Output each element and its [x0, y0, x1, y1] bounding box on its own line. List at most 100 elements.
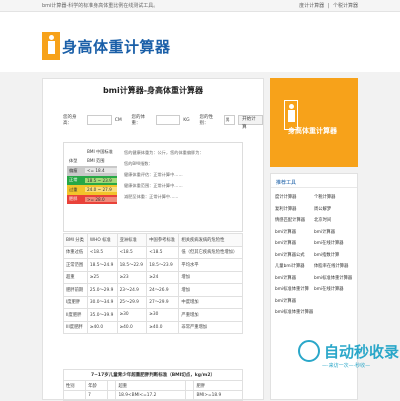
tool-link[interactable]: 个税计算器 [314, 192, 353, 204]
tool-link[interactable]: bmi标准体重计算器 [275, 307, 314, 319]
bmi-range: 24.0 ~ 27.9 [85, 187, 117, 193]
tool-link[interactable]: bmi在线计算器 [314, 238, 353, 250]
table-header: 肥胖 [193, 380, 243, 391]
top-link[interactable]: 个税计算器 [333, 3, 358, 9]
table-cell: 体重过低 [63, 245, 88, 259]
tool-link[interactable] [314, 307, 353, 319]
tool-link[interactable]: bmi计算器 [314, 227, 353, 239]
watermark-text: 自动秒收录 [324, 342, 400, 361]
table-cell: II度肥胖 [63, 308, 88, 322]
side-banner[interactable]: 身高体重计算器 [270, 78, 358, 167]
table-cell: 18.5～22.9 [116, 258, 148, 272]
result-line: 健康体重评估：正常计算中…… [124, 172, 183, 177]
weight-label: 您的体重： [131, 115, 146, 126]
table-cell: 增加 [178, 270, 243, 284]
table-row: II度肥胖 35.0～39.9 ≥30 ≥30 严重增加 [63, 308, 243, 322]
table-cell: 18.9<BMI<=17.2 [115, 390, 187, 401]
table-header: 中国参考标准 [146, 233, 180, 247]
top-link[interactable]: 度计计算器 [299, 3, 324, 9]
bmi-type: 肥胖 [69, 196, 78, 202]
table-cell: 非常严重增加 [178, 320, 243, 334]
table-cell: 18.5～23.9 [146, 258, 180, 272]
table-cell: 肥胖前期 [63, 283, 88, 297]
bmi-row-obese: 肥胖 >= 28.0 [67, 194, 117, 204]
tool-link[interactable]: bmi指数计算 [314, 250, 353, 262]
watermark-logo-icon [298, 340, 320, 362]
height-input[interactable] [87, 115, 112, 125]
tool-link[interactable]: bmi计算器 [275, 238, 314, 250]
table-cell: ≥30 [146, 308, 180, 322]
table-cell: 平均水平 [178, 258, 243, 272]
side-banner-title: 身高体重计算器 [288, 127, 337, 135]
table-cell: 23～24.9 [116, 283, 148, 297]
bmi-type: 正常 [69, 177, 78, 183]
weight-input[interactable] [155, 115, 181, 125]
tool-link[interactable]: bmi计算器公式 [275, 250, 314, 262]
table-cell: 27～29.9 [146, 295, 180, 309]
bmi-result-box: BMI 中国标准 体型 BMI 范围 偏瘦 <= 18.4 正常 18.5 ~ 23.… [63, 142, 243, 232]
table-cell: I度肥胖 [63, 295, 88, 309]
table-header: 超重 [115, 380, 187, 391]
logo-title: 身高体重计算器 [62, 37, 171, 56]
bmi-standard-table: BMI 分类 WHO 标准 亚洲标准 中国参考标准 相关疾病发病的危险性 体重过… [63, 233, 243, 334]
tool-link[interactable]: 体脂率在线计算器 [314, 261, 353, 273]
tool-link[interactable]: bmi计算器 [275, 227, 314, 239]
table-row: I度肥胖 30.0～34.9 25～29.9 27～29.9 中度增加 [63, 295, 243, 309]
weight-unit: KG [183, 117, 190, 123]
table-cell [107, 390, 117, 401]
table-cell: 35.0～39.9 [86, 308, 118, 322]
bmi-row-normal: 正常 18.5 ~ 23.9 [67, 175, 117, 185]
bmi-results: 您的健康体重为：公斤，您的体重偏胖为： 您的BMI指数： 健康体重评估：正常计算… [124, 147, 204, 202]
table-cell: ≥30 [116, 308, 148, 322]
gender-label: 您的性别： [199, 115, 213, 126]
height-label: 您的身高： [63, 115, 77, 126]
top-bar: bmi计算器-科学的标准身高体重比例在线测试工具。 度计计算器 | 个税计算器 [0, 0, 400, 12]
tool-link[interactable]: bmi标准体重计算器 [314, 273, 353, 285]
tool-link[interactable]: 度计计算器 [275, 192, 314, 204]
table-cell: BMI>=18.9 [193, 390, 243, 401]
tool-link[interactable]: bmi标准体重计算 [275, 284, 314, 296]
table-cell: 严重增加 [178, 308, 243, 322]
tool-link[interactable]: bmi计算器 [275, 296, 314, 308]
table-row: 正常范围 18.5～24.9 18.5～22.9 18.5～23.9 平均水平 [63, 258, 243, 272]
table-cell: ≥40.0 [86, 320, 118, 334]
table-caption: 7~17岁儿童青少年超重肥胖判断标准（BMI切点，kg/m2） [63, 369, 243, 380]
bmi-row-thin: 偏瘦 <= 18.4 [67, 166, 117, 176]
site-header: 身高体重计算器 [0, 12, 400, 72]
table-header: 相关疾病发病的危险性 [178, 233, 243, 247]
table-cell: III度肥胖 [63, 320, 88, 334]
table-cell: 25～29.9 [116, 295, 148, 309]
col-header: 体型 [69, 158, 78, 164]
gender-select[interactable]: 男 [223, 115, 236, 125]
table-row: 超重 ≥25 ≥23 ≥24 增加 [63, 270, 243, 284]
tool-link[interactable] [314, 296, 353, 308]
site-logo[interactable]: 身高体重计算器 [42, 32, 171, 60]
tool-link[interactable]: 复利计算器 [275, 204, 314, 216]
watermark: 自动秒收录 —·来访一次—·秒收— [298, 340, 400, 369]
table-row: 肥胖前期 25.0～29.9 23～24.9 24～26.9 增加 [63, 283, 243, 297]
table-cell: <18.5 [116, 245, 148, 259]
tool-link[interactable]: 儿童bmi计算器 [275, 261, 314, 273]
table-cell: 24～26.9 [146, 283, 180, 297]
table-header [185, 380, 195, 391]
main-panel: bmi计算器-身高体重计算器 您的身高： CM 您的体重： KG 您的性别： 男… [42, 78, 264, 401]
table-header-row: BMI 分类 WHO 标准 亚洲标准 中国参考标准 相关疾病发病的危险性 [63, 233, 243, 247]
bmi-row-overweight: 过重 24.0 ~ 27.9 [67, 185, 117, 195]
calculate-button[interactable]: 开始计算 [238, 115, 263, 130]
tools-title: 推荐工具 [271, 174, 357, 188]
table-cell: <18.5 [146, 245, 180, 259]
tool-link[interactable]: bmi在线计算器 [314, 284, 353, 296]
bmi-range: >= 28.0 [85, 196, 117, 202]
tool-link[interactable]: 情感匹配计算器 [275, 215, 314, 227]
table-header: 性别 [62, 380, 87, 391]
table-row: 体重过低 <18.5 <18.5 <18.5 低（但其它疾病危险性增加） [63, 245, 243, 259]
tool-link[interactable]: bmi计算器 [275, 273, 314, 285]
tool-link[interactable]: 周公解梦 [314, 204, 353, 216]
table-cell: 30.0～34.9 [86, 295, 118, 309]
tool-link[interactable]: 北京时间 [314, 215, 353, 227]
table-cell: 超重 [63, 270, 88, 284]
table-header: 年龄 [85, 380, 109, 391]
table-cell: ≥24 [146, 270, 180, 284]
table-cell: ≥23 [116, 270, 148, 284]
table-cell: <18.5 [86, 245, 118, 259]
